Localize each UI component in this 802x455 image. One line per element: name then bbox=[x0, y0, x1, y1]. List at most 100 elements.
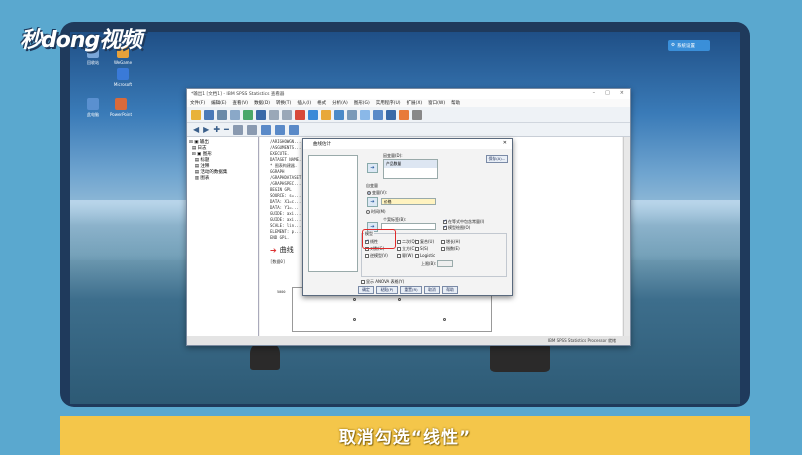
dependent-item[interactable]: 产品数量 bbox=[384, 160, 437, 168]
inverse-checkbox[interactable] bbox=[365, 254, 369, 258]
arrow-right-icon[interactable]: ▶ bbox=[203, 125, 209, 134]
reset-button[interactable]: 重置(R) bbox=[400, 286, 422, 294]
compound-checkbox[interactable] bbox=[415, 240, 419, 244]
desktop-icon-microsoft[interactable]: Microsoft bbox=[108, 68, 138, 87]
insert-heading-icon[interactable] bbox=[260, 124, 271, 135]
show-all-icon[interactable] bbox=[386, 109, 396, 120]
microsoft-icon bbox=[117, 68, 129, 80]
model-exponential[interactable]: 指数(E) bbox=[441, 246, 460, 252]
chart-icon[interactable] bbox=[334, 109, 344, 120]
preview-icon[interactable] bbox=[230, 109, 240, 120]
independent-field[interactable]: 价格 bbox=[381, 198, 436, 205]
model-s[interactable]: S(S) bbox=[415, 246, 428, 251]
include-constant-checkbox[interactable] bbox=[443, 219, 447, 224]
highlight-box bbox=[362, 229, 396, 249]
help-button[interactable]: 帮助 bbox=[442, 286, 458, 294]
quadratic-checkbox[interactable] bbox=[397, 240, 401, 244]
hide-icon[interactable] bbox=[246, 124, 257, 135]
redo-icon[interactable] bbox=[282, 109, 292, 120]
output-icon[interactable] bbox=[412, 109, 422, 120]
plot-models-checkbox[interactable] bbox=[443, 225, 447, 230]
goto-data-icon[interactable] bbox=[295, 109, 305, 120]
time-radio[interactable] bbox=[366, 210, 370, 214]
paste-button[interactable]: 粘贴(P) bbox=[376, 286, 398, 294]
variable-radio[interactable] bbox=[367, 191, 371, 195]
model-quadratic[interactable]: 二次(Q) bbox=[397, 239, 416, 245]
computer-icon bbox=[87, 98, 99, 110]
maximize-button[interactable]: □ bbox=[605, 90, 610, 96]
desktop-icon-powerpoint[interactable]: PowerPoint bbox=[106, 98, 136, 117]
model-cubic[interactable]: 立方(C) bbox=[397, 246, 416, 252]
save-button[interactable]: 保存(A)... bbox=[486, 155, 508, 163]
source-variable-list[interactable] bbox=[308, 155, 358, 272]
menu-utilities[interactable]: 实用程序(U) bbox=[376, 100, 401, 106]
arrow-left-icon[interactable]: ◀ bbox=[193, 125, 199, 134]
expand-icon[interactable]: ✚ bbox=[213, 125, 220, 134]
model-growth[interactable]: 增长(H) bbox=[441, 239, 460, 245]
plot-models-option[interactable]: 模型绘图(O) bbox=[443, 225, 470, 231]
collapse-icon[interactable]: ━ bbox=[224, 125, 229, 134]
menu-window[interactable]: 窗口(W) bbox=[428, 100, 445, 106]
move-dependent-button[interactable]: ➔ bbox=[367, 163, 378, 173]
open-folder-icon[interactable] bbox=[191, 109, 201, 120]
menu-help[interactable]: 帮助 bbox=[451, 100, 460, 106]
dialog-titlebar[interactable]: 曲线估计 ✕ bbox=[303, 139, 512, 149]
menu-extensions[interactable]: 扩展(X) bbox=[407, 100, 423, 106]
arrow-marker-icon: ➔ bbox=[270, 245, 277, 255]
close-button[interactable]: × bbox=[620, 90, 624, 96]
move-independent-button[interactable]: ➔ bbox=[367, 197, 378, 207]
logistic-checkbox[interactable] bbox=[415, 254, 419, 258]
menu-analyze[interactable]: 分析(A) bbox=[332, 100, 348, 106]
model-logistic[interactable]: Logistic bbox=[415, 253, 435, 258]
anova-checkbox[interactable] bbox=[361, 280, 365, 284]
menu-graphs[interactable]: 图形(G) bbox=[354, 100, 370, 106]
desktop-icon-pc[interactable]: 此电脑 bbox=[78, 98, 108, 118]
menu-data[interactable]: 数据(D) bbox=[254, 100, 270, 106]
goto-case-icon[interactable] bbox=[308, 109, 318, 120]
menu-edit[interactable]: 编辑(E) bbox=[211, 100, 226, 106]
value-labels-icon[interactable] bbox=[360, 109, 370, 120]
select-icon[interactable] bbox=[347, 109, 357, 120]
curve-estimation-dialog[interactable]: 曲线估计 ✕ 因变量(D): ➔ 产品数量 保存(A)... 自变量 变量(V)… bbox=[302, 138, 513, 296]
system-settings-button[interactable]: ⚙ 系统设置 bbox=[668, 40, 710, 51]
spss-titlebar[interactable]: *输出1 [文档1] - IBM SPSS Statistics 查看器 – □… bbox=[187, 89, 630, 99]
insert-text-icon[interactable] bbox=[288, 124, 299, 135]
tree-item-chart[interactable]: ▥ 图表 bbox=[189, 175, 256, 181]
variable-option[interactable]: 变量(V): bbox=[367, 190, 387, 196]
anova-option[interactable]: 显示 ANOVA 表格(Y) bbox=[361, 279, 404, 285]
status-bar: IBM SPSS Statistics Processor 就绪 bbox=[187, 336, 630, 345]
undo-icon[interactable] bbox=[269, 109, 279, 120]
save-icon[interactable] bbox=[204, 109, 214, 120]
cancel-button[interactable]: 取消 bbox=[424, 286, 440, 294]
time-option[interactable]: 时间(M) bbox=[366, 209, 386, 215]
outline-tree: ⊟ ▣ 输出 ▤ 日志 ⊟ ▣ 图形 ▤ 标题 ▤ 注释 ▤ 活动的数据集 ▥ … bbox=[187, 137, 259, 337]
power-checkbox[interactable] bbox=[397, 254, 401, 258]
rock-left bbox=[250, 342, 280, 370]
model-compound[interactable]: 复合(U) bbox=[415, 239, 434, 245]
insert-title-icon[interactable] bbox=[274, 124, 285, 135]
menu-format[interactable]: 格式 bbox=[317, 100, 326, 106]
menu-insert[interactable]: 插入(I) bbox=[297, 100, 311, 106]
variables-icon[interactable] bbox=[321, 109, 331, 120]
show-icon[interactable] bbox=[232, 124, 243, 135]
model-inverse[interactable]: 逆模型(V) bbox=[365, 253, 388, 259]
export-icon[interactable] bbox=[243, 109, 253, 120]
dialog-close-icon[interactable]: ✕ bbox=[503, 140, 507, 146]
menu-view[interactable]: 查看(V) bbox=[232, 100, 248, 106]
cubic-checkbox[interactable] bbox=[397, 247, 401, 251]
s-checkbox[interactable] bbox=[415, 247, 419, 251]
growth-checkbox[interactable] bbox=[441, 240, 445, 244]
exponential-checkbox[interactable] bbox=[441, 247, 445, 251]
upper-bound-field[interactable] bbox=[437, 260, 453, 267]
menu-transform[interactable]: 转换(T) bbox=[276, 100, 291, 106]
use-sets-icon[interactable] bbox=[373, 109, 383, 120]
ok-button[interactable]: 确定 bbox=[358, 286, 374, 294]
vertical-scrollbar[interactable] bbox=[623, 137, 630, 337]
dependent-list[interactable]: 产品数量 bbox=[383, 159, 438, 179]
recall-dialog-icon[interactable] bbox=[256, 109, 266, 120]
spell-icon[interactable] bbox=[399, 109, 409, 120]
minimize-button[interactable]: – bbox=[593, 90, 596, 96]
model-power[interactable]: 幂(W) bbox=[397, 253, 413, 259]
print-icon[interactable] bbox=[217, 109, 227, 120]
menu-file[interactable]: 文件(F) bbox=[190, 100, 205, 106]
